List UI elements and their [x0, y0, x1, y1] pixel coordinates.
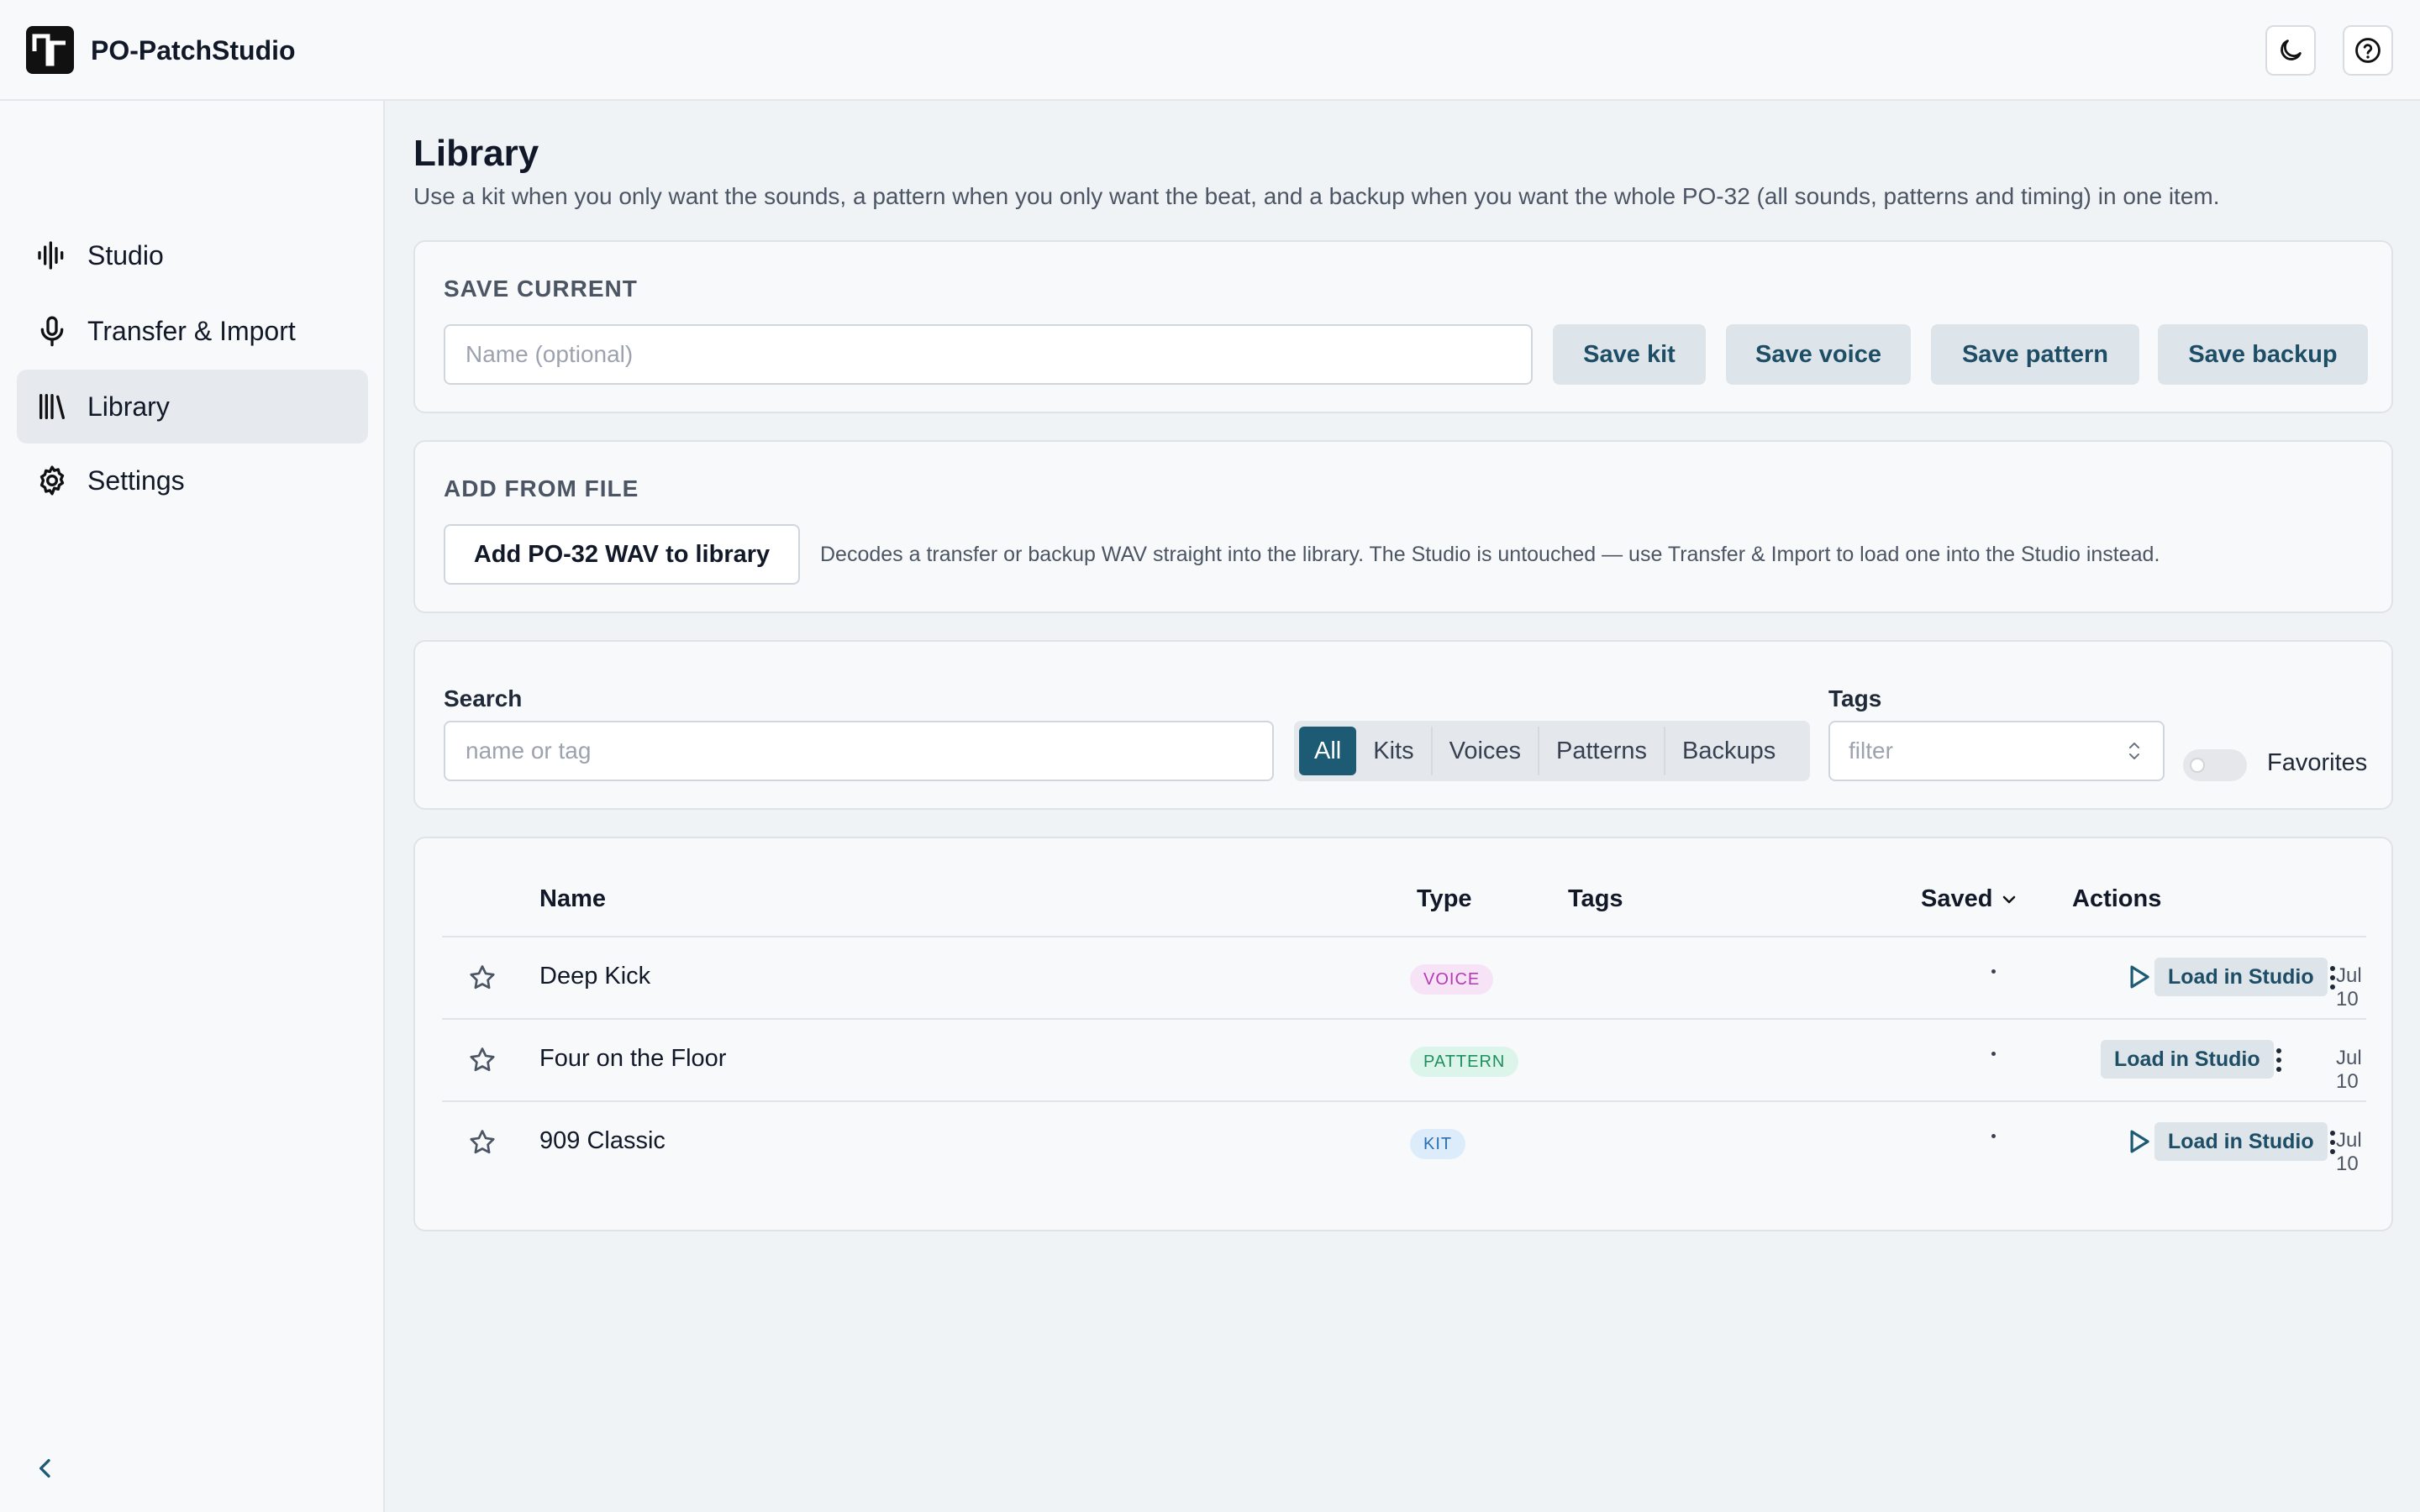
microphone-icon — [34, 312, 71, 349]
item-name: 909 Classic — [539, 1127, 666, 1154]
help-circle-icon — [2355, 38, 2381, 63]
star-icon[interactable] — [467, 1045, 497, 1075]
more-vertical-icon[interactable] — [2317, 1126, 2348, 1159]
app-title: PO-PatchStudio — [91, 35, 296, 66]
column-header-tags[interactable]: Tags — [1568, 885, 1623, 913]
add-wav-button[interactable]: Add PO-32 WAV to library — [444, 524, 800, 585]
play-icon[interactable] — [2123, 961, 2154, 993]
type-filter-patterns[interactable]: Patterns — [1539, 727, 1666, 775]
play-icon[interactable] — [2123, 1126, 2154, 1158]
sidebar-item-settings[interactable]: Settings — [17, 444, 368, 517]
column-header-type[interactable]: Type — [1417, 885, 1472, 913]
tags-filter-select[interactable]: filter — [1828, 721, 2165, 781]
library-table: Name Type Tags Saved Actions Deep Kick V… — [413, 837, 2393, 1231]
sidebar-item-library[interactable]: Library — [17, 370, 368, 444]
section-title: ADD FROM FILE — [444, 475, 639, 501]
page-description: Use a kit when you only want the sounds,… — [413, 183, 2220, 209]
favorites-label: Favorites — [2267, 749, 2368, 776]
type-badge: KIT — [1410, 1129, 1466, 1159]
save-backup-button[interactable]: Save backup — [2158, 324, 2368, 385]
help-button[interactable] — [2343, 25, 2393, 76]
item-name: Deep Kick — [539, 963, 651, 990]
sidebar-collapse-button[interactable] — [29, 1452, 62, 1485]
table-row[interactable]: Deep Kick VOICE Jul 10 Load in Studio — [442, 936, 2366, 1018]
more-vertical-icon[interactable] — [2317, 961, 2348, 995]
add-from-file-hint: Decodes a transfer or backup WAV straigh… — [820, 543, 2160, 566]
star-icon[interactable] — [467, 1127, 497, 1158]
filters-card: Search All Kits Voices Patterns Backups … — [413, 640, 2393, 810]
item-name: Four on the Floor — [539, 1045, 727, 1072]
favorites-toggle[interactable] — [2183, 749, 2247, 781]
type-filter-backups[interactable]: Backups — [1665, 727, 1792, 775]
type-filter: All Kits Voices Patterns Backups — [1294, 721, 1810, 781]
tags-filter-placeholder: filter — [1849, 738, 1893, 764]
table-row[interactable]: 909 Classic KIT Jul 10 Load in Studio — [442, 1100, 2366, 1183]
column-header-saved-label: Saved — [1921, 885, 1993, 912]
star-icon[interactable] — [467, 963, 497, 993]
save-kit-button[interactable]: Save kit — [1553, 324, 1706, 385]
save-current-card: SAVE CURRENT Save kit Save voice Save pa… — [413, 240, 2393, 413]
save-voice-button[interactable]: Save voice — [1726, 324, 1911, 385]
type-filter-kits[interactable]: Kits — [1356, 727, 1433, 775]
type-badge: VOICE — [1410, 964, 1494, 995]
chevron-left-icon — [39, 1459, 50, 1478]
save-pattern-button[interactable]: Save pattern — [1931, 324, 2139, 385]
table-row[interactable]: Four on the Floor PATTERN Jul 10 Load in… — [442, 1018, 2366, 1100]
sidebar-item-studio[interactable]: Studio — [17, 218, 368, 292]
chevron-up-down-icon — [2129, 743, 2139, 759]
type-filter-all[interactable]: All — [1299, 727, 1357, 775]
sidebar-item-transfer-import[interactable]: Transfer & Import — [17, 294, 368, 368]
app-logo-icon — [26, 26, 74, 74]
more-vertical-icon[interactable] — [2264, 1043, 2294, 1077]
column-header-name[interactable]: Name — [539, 885, 606, 913]
sidebar-item-label: Library — [87, 391, 170, 422]
library-icon — [34, 388, 71, 425]
search-input[interactable] — [444, 721, 1274, 781]
tags-empty — [1991, 969, 1996, 974]
sidebar-item-label: Studio — [87, 239, 164, 270]
column-header-saved[interactable]: Saved — [1921, 885, 2019, 913]
waveform-icon — [34, 237, 71, 274]
load-in-studio-button[interactable]: Load in Studio — [2154, 958, 2328, 996]
load-in-studio-button[interactable]: Load in Studio — [2101, 1040, 2274, 1079]
tags-empty — [1991, 1134, 1996, 1138]
top-bar: PO-PatchStudio — [0, 0, 2420, 101]
sidebar-item-label: Settings — [87, 465, 185, 496]
page-title: Library — [413, 133, 539, 174]
search-label: Search — [444, 685, 523, 711]
saved-date: Jul 10 — [2336, 1047, 2362, 1093]
app: PO-PatchStudio Studio Transfer & Import … — [0, 0, 2420, 1512]
column-header-actions: Actions — [2072, 885, 2162, 912]
tags-empty — [1991, 1052, 1996, 1056]
type-badge: PATTERN — [1410, 1047, 1519, 1077]
load-in-studio-button[interactable]: Load in Studio — [2154, 1122, 2328, 1161]
chevron-down-icon — [2003, 895, 2016, 903]
type-filter-voices[interactable]: Voices — [1433, 727, 1540, 775]
sidebar: Studio Transfer & Import Library Setting… — [0, 101, 385, 1512]
sidebar-item-label: Transfer & Import — [87, 315, 296, 346]
theme-toggle-button[interactable] — [2265, 25, 2316, 76]
name-input[interactable] — [444, 324, 1533, 385]
add-from-file-card: ADD FROM FILE Add PO-32 WAV to library D… — [413, 440, 2393, 613]
gear-icon — [34, 462, 71, 499]
section-title: SAVE CURRENT — [444, 276, 638, 302]
moon-icon — [2281, 39, 2302, 60]
tags-label: Tags — [1828, 685, 1882, 711]
